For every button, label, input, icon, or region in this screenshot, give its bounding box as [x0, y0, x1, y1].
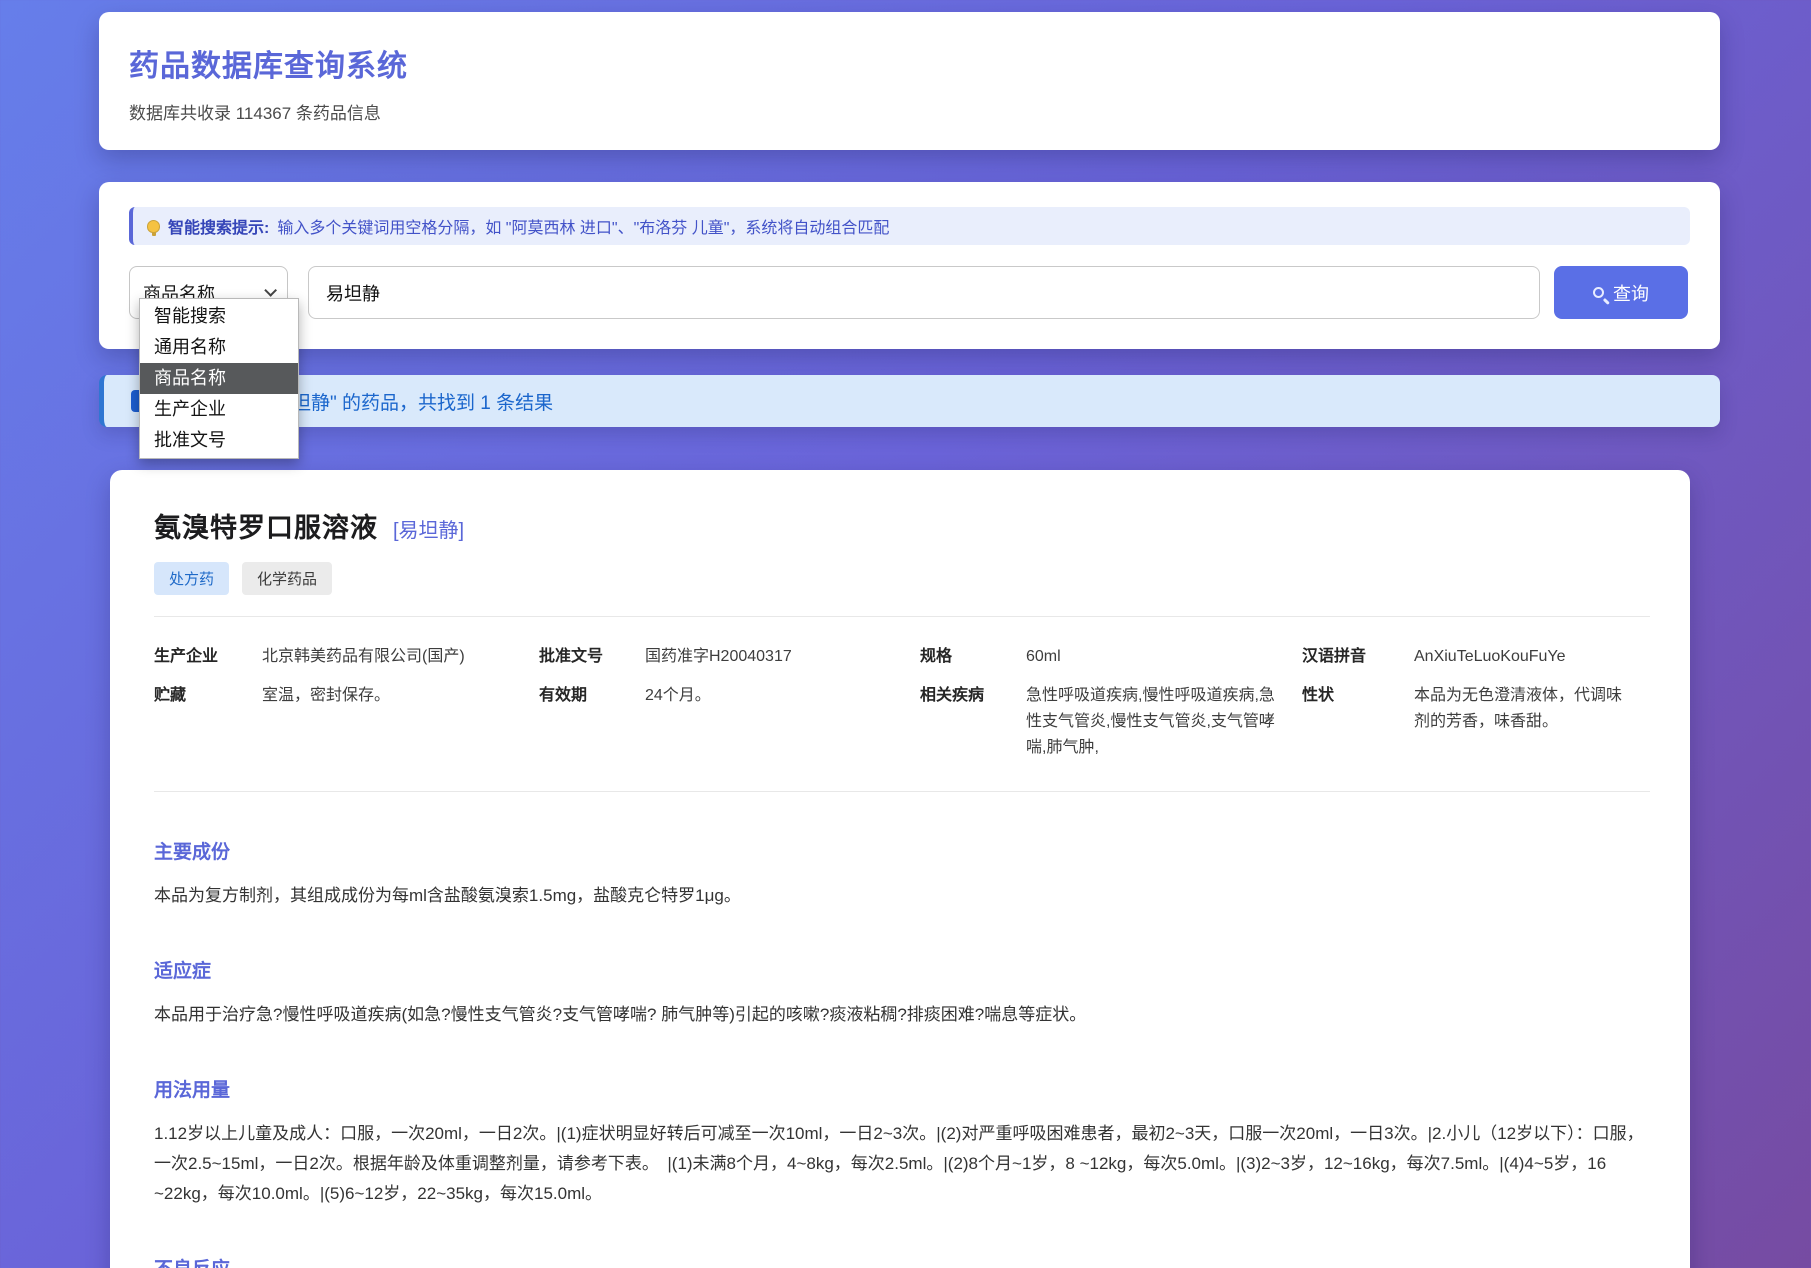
- field-value: 本品为无色澄清液体，代调味剂的芳香，味香甜。: [1414, 683, 1650, 735]
- drug-title-row: 氨溴特罗口服溶液 [易坦静]: [154, 506, 1650, 545]
- page-title: 药品数据库查询系统: [129, 41, 1684, 85]
- database-count-subtitle: 数据库共收录 114367 条药品信息: [129, 99, 1684, 124]
- prescription-tag: 处方药: [154, 562, 229, 595]
- page-container: 药品数据库查询系统 数据库共收录 114367 条药品信息 智能搜索提示: 输入…: [99, 0, 1720, 1268]
- field-label: 有效期: [539, 683, 645, 709]
- dropdown-option-manufacturer[interactable]: 生产企业: [140, 394, 298, 425]
- dropdown-option-smart-search[interactable]: 智能搜索: [140, 301, 298, 332]
- lightbulb-icon: [147, 220, 160, 233]
- dropdown-option-generic-name[interactable]: 通用名称: [140, 332, 298, 363]
- dropdown-option-product-name[interactable]: 商品名称: [140, 363, 298, 394]
- field-label: 相关疾病: [920, 683, 1026, 709]
- dropdown-option-approval-number[interactable]: 批准文号: [140, 425, 298, 456]
- section-indications: 适应症 本品用于治疗急?慢性呼吸道疾病(如急?慢性支气管炎?支气管哮喘? 肺气肿…: [154, 956, 1650, 1030]
- field-value: 室温，密封保存。: [262, 683, 539, 709]
- result-count-text: 坦静" 的药品，共找到 1 条结果: [292, 388, 553, 415]
- drug-tag-row: 处方药 化学药品: [154, 562, 1650, 595]
- field-value: 60ml: [1026, 644, 1302, 670]
- search-button-label: 查询: [1613, 280, 1649, 306]
- search-row: 商品名称 查询: [129, 266, 1690, 319]
- search-icon: [1593, 287, 1604, 298]
- field-value: 国药准字H20040317: [645, 644, 920, 670]
- field-label: 规格: [920, 644, 1026, 670]
- drug-name: 氨溴特罗口服溶液: [154, 506, 378, 545]
- section-adverse-reactions: 不良反应 1.精神神经系统：偶见头痛手颤嗜睡不安头晕失眠四肢麻木等。|2.循环系…: [154, 1254, 1650, 1268]
- section-dosage: 用法用量 1.12岁以上儿童及成人：口服，一次20ml，一日2次。|(1)症状明…: [154, 1075, 1650, 1209]
- search-button[interactable]: 查询: [1554, 266, 1688, 319]
- chevron-down-icon: [264, 284, 277, 297]
- search-hint-label: 智能搜索提示:: [168, 214, 269, 238]
- section-heading: 适应症: [154, 956, 1650, 983]
- section-heading: 主要成份: [154, 837, 1650, 864]
- field-value: AnXiuTeLuoKouFuYe: [1414, 644, 1650, 670]
- search-hint-text: 输入多个关键词用空格分隔，如 "阿莫西林 进口"、"布洛芬 儿童"，系统将自动组…: [277, 214, 889, 238]
- drug-brand-name: [易坦静]: [393, 514, 464, 543]
- field-label: 性状: [1302, 683, 1414, 709]
- field-label: 贮藏: [154, 683, 262, 709]
- section-text: 1.12岁以上儿童及成人：口服，一次20ml，一日2次。|(1)症状明显好转后可…: [154, 1119, 1650, 1209]
- header-card: 药品数据库查询系统 数据库共收录 114367 条药品信息: [99, 12, 1720, 150]
- section-main-ingredients: 主要成份 本品为复方制剂，其组成成份为每ml含盐酸氨溴索1.5mg，盐酸克仑特罗…: [154, 837, 1650, 911]
- section-text: 本品用于治疗急?慢性呼吸道疾病(如急?慢性支气管炎?支气管哮喘? 肺气肿等)引起…: [154, 1000, 1650, 1030]
- result-count-banner: 坦静" 的药品，共找到 1 条结果: [99, 375, 1720, 427]
- section-heading: 不良反应: [154, 1254, 1650, 1268]
- drug-details-grid: 生产企业 北京韩美药品有限公司(国产) 批准文号 国药准字H20040317 规…: [154, 616, 1650, 792]
- field-label: 汉语拼音: [1302, 644, 1414, 670]
- search-input[interactable]: [308, 266, 1540, 319]
- section-text: 本品为复方制剂，其组成成份为每ml含盐酸氨溴索1.5mg，盐酸克仑特罗1μg。: [154, 881, 1650, 911]
- drug-detail-card: 氨溴特罗口服溶液 [易坦静] 处方药 化学药品 生产企业 北京韩美药品有限公司(…: [110, 470, 1690, 1268]
- search-card: 智能搜索提示: 输入多个关键词用空格分隔，如 "阿莫西林 进口"、"布洛芬 儿童…: [99, 182, 1720, 349]
- field-value: 急性呼吸道疾病,慢性呼吸道疾病,急性支气管炎,慢性支气管炎,支气管哮喘,肺气肿,: [1026, 683, 1302, 761]
- field-label: 批准文号: [539, 644, 645, 670]
- chemical-drug-tag: 化学药品: [242, 562, 332, 595]
- field-value: 24个月。: [645, 683, 920, 709]
- field-label: 生产企业: [154, 644, 262, 670]
- field-value: 北京韩美药品有限公司(国产): [262, 644, 539, 670]
- search-hint-banner: 智能搜索提示: 输入多个关键词用空格分隔，如 "阿莫西林 进口"、"布洛芬 儿童…: [129, 207, 1690, 245]
- search-field-dropdown: 智能搜索 通用名称 商品名称 生产企业 批准文号: [139, 298, 299, 459]
- section-heading: 用法用量: [154, 1075, 1650, 1102]
